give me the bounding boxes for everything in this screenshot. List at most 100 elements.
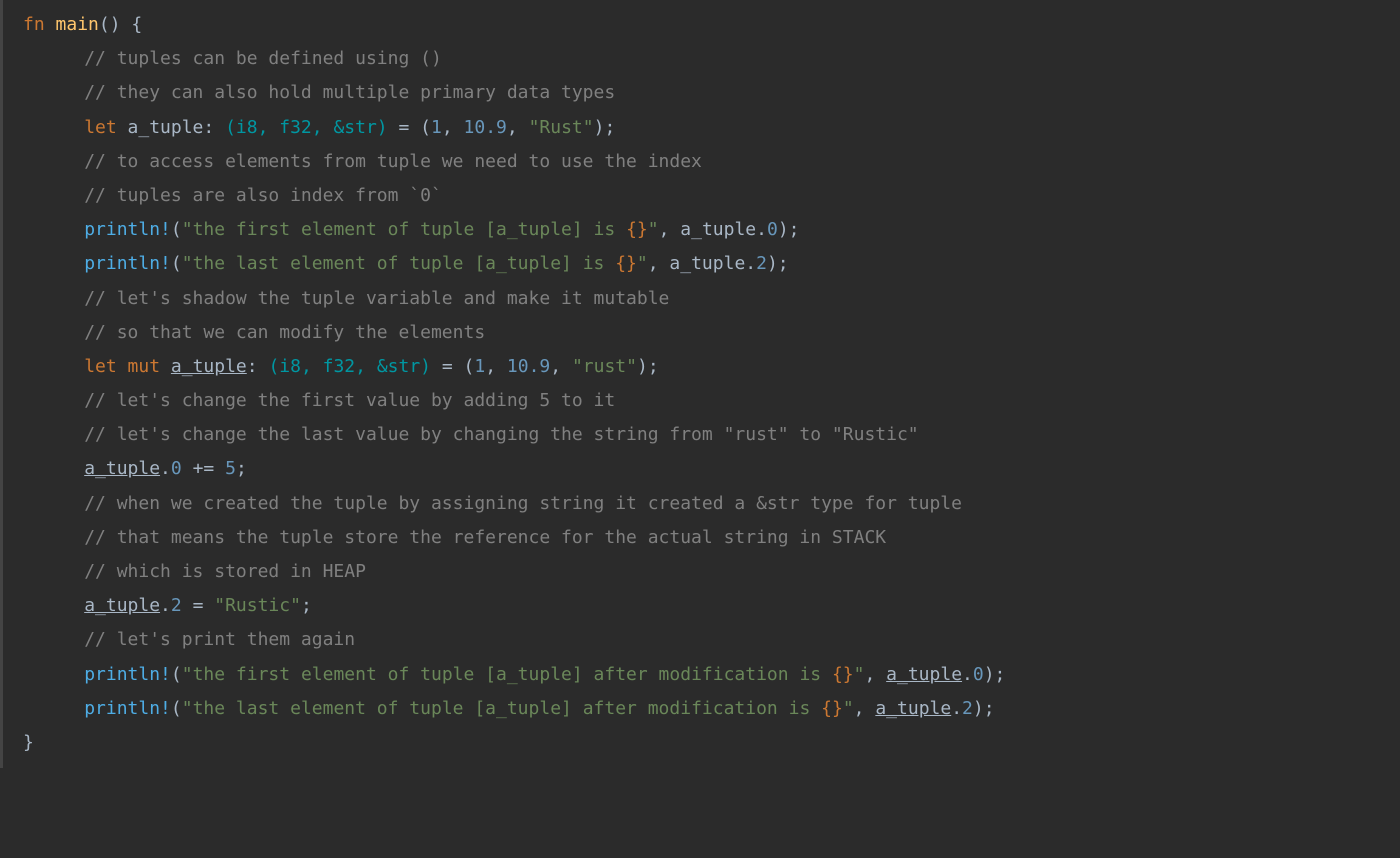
macro-println: println! <box>84 664 171 685</box>
punct: , a_tuple. <box>648 253 756 274</box>
code-line: a_tuple.2 = "Rustic"; <box>23 589 1400 623</box>
string: " <box>648 219 659 240</box>
format-placeholder: {} <box>626 219 648 240</box>
code-line: // when we created the tuple by assignin… <box>23 487 1400 521</box>
punct: ); <box>637 356 659 377</box>
string: " <box>854 664 865 685</box>
op: = <box>182 595 215 616</box>
string: " <box>843 698 854 719</box>
var: a_tuple <box>886 664 962 685</box>
var: a_tuple <box>171 356 247 377</box>
string: "the last element of tuple [a_tuple] aft… <box>182 698 821 719</box>
punct: , <box>507 117 529 138</box>
comment: // that means the tuple store the refere… <box>84 527 886 548</box>
number: 0 <box>171 458 182 479</box>
comment: // so that we can modify the elements <box>84 322 485 343</box>
keyword-let: let <box>84 356 117 377</box>
type: (i8, f32, &str) <box>268 356 431 377</box>
format-placeholder: {} <box>615 253 637 274</box>
code-line: } <box>23 726 1400 760</box>
punct: () { <box>99 14 142 35</box>
punct: = ( <box>388 117 431 138</box>
number: 5 <box>225 458 236 479</box>
punct: : <box>247 356 269 377</box>
var: a_tuple <box>84 595 160 616</box>
code-editor: fn main() { // tuples can be defined usi… <box>0 0 1400 768</box>
punct: . <box>951 698 962 719</box>
fn-name: main <box>56 14 99 35</box>
number: 0 <box>973 664 984 685</box>
code-line: // tuples are also index from `0` <box>23 179 1400 213</box>
code-line: let mut a_tuple: (i8, f32, &str) = (1, 1… <box>23 350 1400 384</box>
punct: , <box>550 356 572 377</box>
code-line: println!("the last element of tuple [a_t… <box>23 247 1400 281</box>
macro-println: println! <box>84 219 171 240</box>
comment: // let's change the last value by changi… <box>84 424 918 445</box>
string: " <box>637 253 648 274</box>
code-line: // they can also hold multiple primary d… <box>23 76 1400 110</box>
number: 2 <box>756 253 767 274</box>
punct: ; <box>236 458 247 479</box>
number: 1 <box>474 356 485 377</box>
punct: = ( <box>431 356 474 377</box>
string: "rust" <box>572 356 637 377</box>
string: "Rustic" <box>214 595 301 616</box>
code-line: // let's shadow the tuple variable and m… <box>23 282 1400 316</box>
comment: // let's change the first value by addin… <box>84 390 615 411</box>
code-line: println!("the first element of tuple [a_… <box>23 658 1400 692</box>
punct: . <box>962 664 973 685</box>
comment: // let's shadow the tuple variable and m… <box>84 288 669 309</box>
punct: ); <box>767 253 789 274</box>
type: (i8, f32, &str) <box>225 117 388 138</box>
punct: ( <box>171 219 182 240</box>
string: "the first element of tuple [a_tuple] af… <box>182 664 832 685</box>
punct: ; <box>301 595 312 616</box>
var: a_tuple: <box>117 117 225 138</box>
number: 1 <box>431 117 442 138</box>
punct: ( <box>171 253 182 274</box>
code-line: // which is stored in HEAP <box>23 555 1400 589</box>
comment: // when we created the tuple by assignin… <box>84 493 962 514</box>
punct: . <box>160 458 171 479</box>
var: a_tuple <box>84 458 160 479</box>
code-line: // let's change the last value by changi… <box>23 418 1400 452</box>
punct: ( <box>171 664 182 685</box>
punct: , <box>854 698 876 719</box>
code-line: // let's change the first value by addin… <box>23 384 1400 418</box>
macro-println: println! <box>84 253 171 274</box>
var: a_tuple <box>875 698 951 719</box>
format-placeholder: {} <box>832 664 854 685</box>
number: 10.9 <box>464 117 507 138</box>
punct: ( <box>171 698 182 719</box>
code-line: // to access elements from tuple we need… <box>23 145 1400 179</box>
comment: // tuples can be defined using () <box>84 48 442 69</box>
comment: // which is stored in HEAP <box>84 561 366 582</box>
string: "the first element of tuple [a_tuple] is <box>182 219 626 240</box>
code-line: // tuples can be defined using () <box>23 42 1400 76</box>
punct: ); <box>973 698 995 719</box>
keyword-mut: mut <box>117 356 160 377</box>
code-line: let a_tuple: (i8, f32, &str) = (1, 10.9,… <box>23 111 1400 145</box>
code-line: // let's print them again <box>23 623 1400 657</box>
comment: // let's print them again <box>84 629 355 650</box>
number: 10.9 <box>507 356 550 377</box>
punct: ); <box>778 219 800 240</box>
code-line: fn main() { <box>23 8 1400 42</box>
format-placeholder: {} <box>821 698 843 719</box>
macro-println: println! <box>84 698 171 719</box>
code-line: // so that we can modify the elements <box>23 316 1400 350</box>
keyword-fn: fn <box>23 14 45 35</box>
number: 2 <box>171 595 182 616</box>
punct: , <box>442 117 464 138</box>
number: 0 <box>767 219 778 240</box>
code-line: println!("the last element of tuple [a_t… <box>23 692 1400 726</box>
keyword-let: let <box>84 117 117 138</box>
brace-close: } <box>23 732 34 753</box>
code-line: a_tuple.0 += 5; <box>23 452 1400 486</box>
code-line: println!("the first element of tuple [a_… <box>23 213 1400 247</box>
punct: ); <box>594 117 616 138</box>
punct: , a_tuple. <box>659 219 767 240</box>
number: 2 <box>962 698 973 719</box>
punct: , <box>864 664 886 685</box>
string: "the last element of tuple [a_tuple] is <box>182 253 615 274</box>
